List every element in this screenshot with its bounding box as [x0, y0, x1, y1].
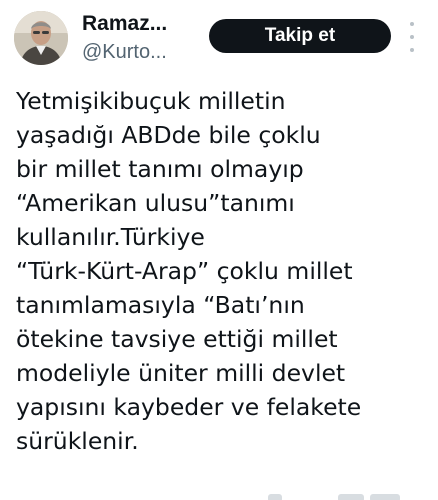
tweet-text-line: kullanılır.Türkiye	[16, 223, 205, 251]
author-name[interactable]: Ramaz...	[82, 12, 167, 36]
more-dot	[410, 35, 414, 39]
tweet-text-line: ötekine tavsiye ettiği millet	[16, 325, 338, 353]
tweet-text-line: yaşadığı ABDde bile çoklu	[16, 121, 321, 149]
tweet-text-line: modeliyle üniter milli devlet	[16, 359, 346, 387]
cropped-fragment	[370, 494, 400, 500]
more-vertical-icon[interactable]	[405, 22, 419, 52]
avatar[interactable]	[14, 11, 68, 65]
profile-photo	[14, 11, 68, 65]
cropped-fragment	[338, 494, 364, 500]
follow-button[interactable]: Takip et	[209, 19, 391, 53]
author-handle[interactable]: @Kurto...	[82, 41, 167, 64]
cropped-timestamp-row	[250, 488, 420, 500]
cropped-fragment	[268, 494, 282, 500]
tweet-text-line: bir millet tanımı olmayıp	[16, 155, 304, 183]
tweet-text-line: tanımlamasıyla “Batı’nın	[16, 291, 305, 319]
tweet-text-line: “Türk-Kürt-Arap” çoklu millet	[16, 257, 353, 285]
tweet-text-line: Yetmişikibuçuk milletin	[16, 87, 286, 115]
tweet-text-line: “Amerikan ulusu”tanımı	[16, 189, 295, 217]
more-dot	[410, 48, 414, 52]
tweet-text-line: yapısını kaybeder ve felakete	[16, 393, 362, 421]
tweet-text: Yetmişikibuçuk milletin yaşadığı ABDde b…	[16, 84, 426, 458]
tweet-header: Ramaz... @Kurto... Takip et	[0, 0, 438, 80]
more-dot	[410, 22, 414, 26]
tweet-text-line: sürüklenir.	[16, 427, 139, 455]
